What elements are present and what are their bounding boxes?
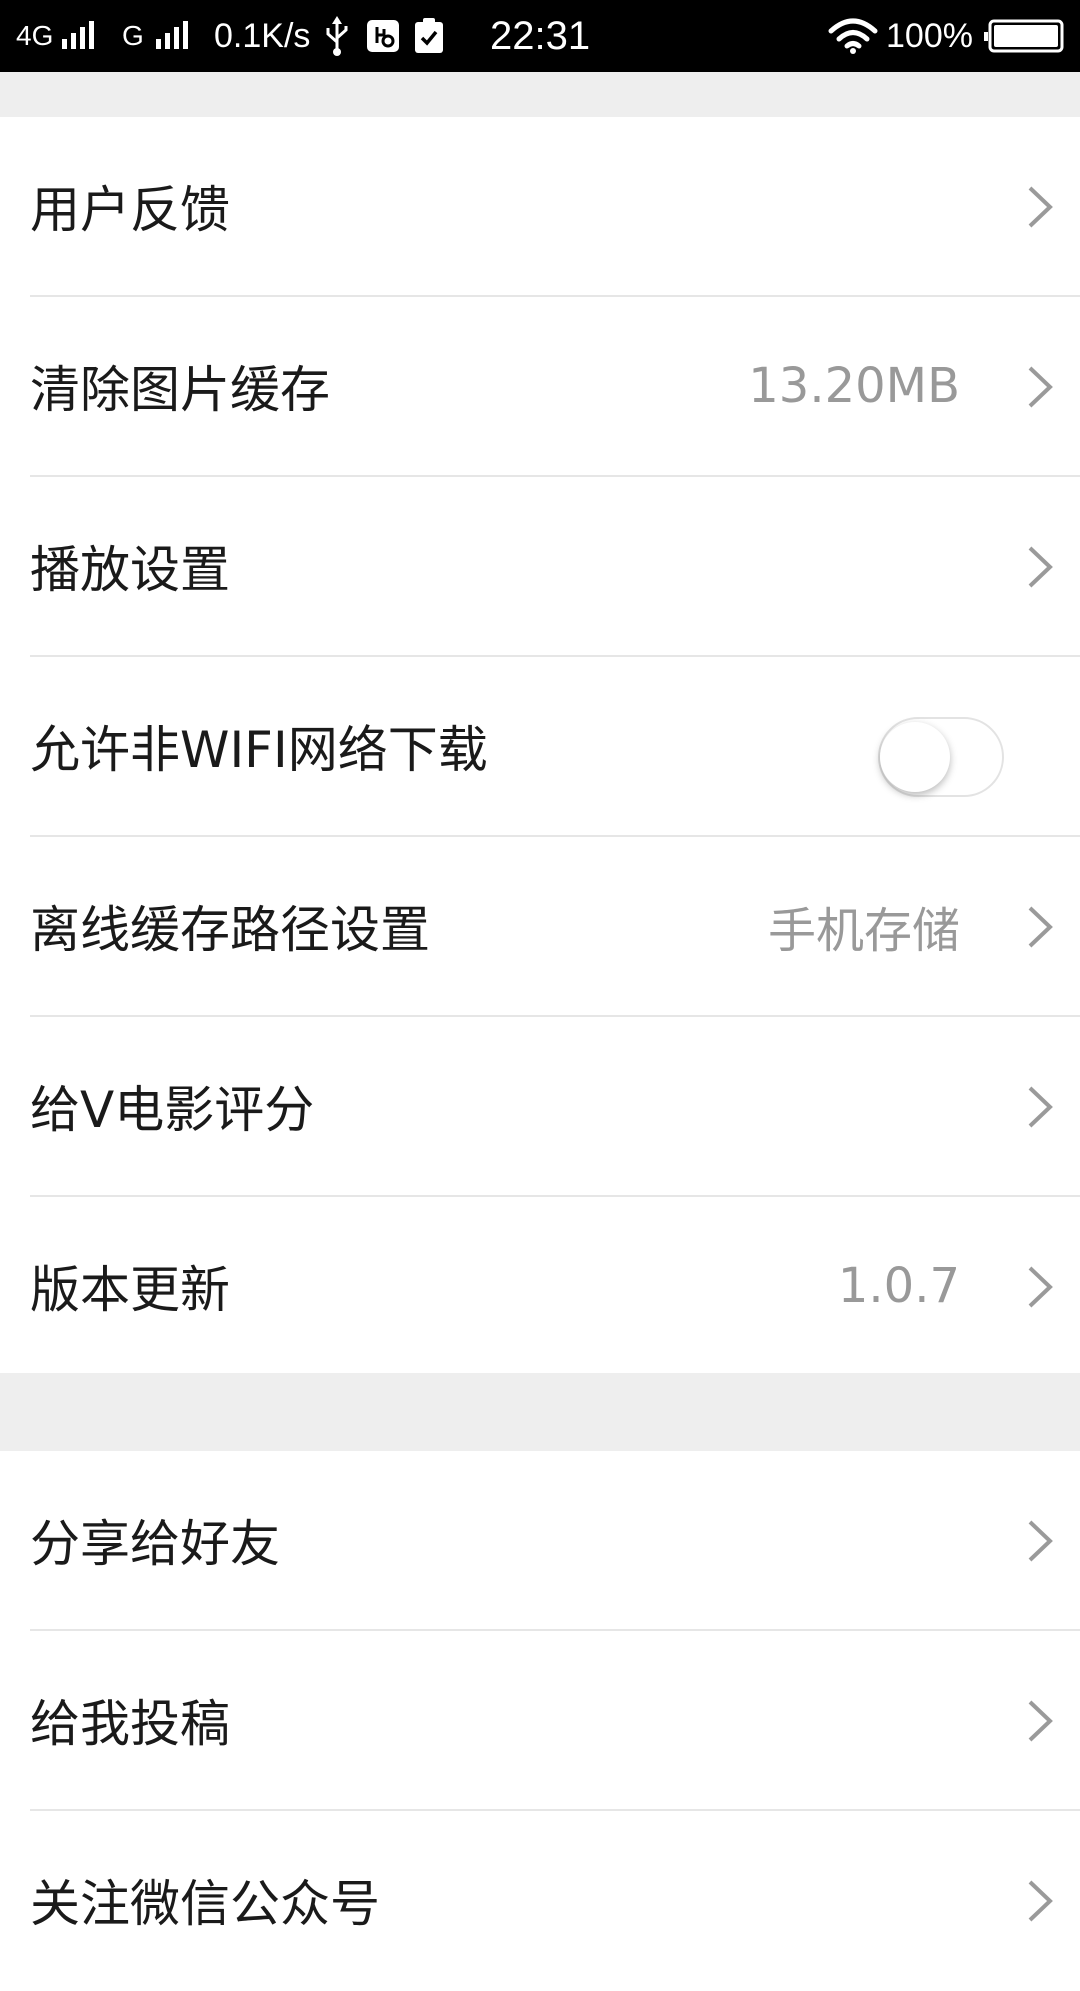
chevron-right-icon: [1028, 1700, 1053, 1742]
row-label: 给我投稿: [30, 1695, 230, 1753]
row-label: 允许非WIFI网络下载: [30, 721, 488, 779]
settings-row-share[interactable]: 分享给好友: [0, 1451, 1080, 1631]
usb-debug-icon: [366, 0, 400, 72]
settings-row-playback[interactable]: 播放设置: [0, 477, 1080, 657]
settings-row-non-wifi-download: 允许非WIFI网络下载: [0, 657, 1080, 837]
network-speed: 0.1K/s: [214, 16, 311, 55]
settings-row-version-update[interactable]: 版本更新 1.0.7: [0, 1197, 1080, 1377]
settings-row-clear-image-cache[interactable]: 清除图片缓存 13.20MB: [0, 297, 1080, 477]
row-label: 播放设置: [30, 541, 230, 599]
settings-row-submit[interactable]: 给我投稿: [0, 1631, 1080, 1811]
row-label: 关注微信公众号: [30, 1875, 380, 1933]
cache-path-value: 手机存储: [767, 903, 960, 959]
version-value: 1.0.7: [837, 1258, 960, 1314]
status-bar: 4G G 0.1K/s 22:31 100%: [0, 0, 1080, 72]
row-label: 离线缓存路径设置: [30, 901, 430, 959]
chevron-right-icon: [1028, 546, 1053, 588]
row-label: 版本更新: [30, 1261, 230, 1319]
network-type-label: G: [122, 20, 144, 51]
row-label: 用户反馈: [30, 181, 230, 239]
section-separator: [0, 1373, 1080, 1451]
chevron-right-icon: [1028, 1880, 1053, 1922]
chevron-right-icon: [1028, 1520, 1053, 1562]
settings-row-offline-cache-path[interactable]: 离线缓存路径设置 手机存储: [0, 837, 1080, 1017]
chevron-right-icon: [1028, 906, 1053, 948]
settings-row-feedback[interactable]: 用户反馈: [0, 117, 1080, 297]
row-label: 给V电影评分: [30, 1081, 315, 1139]
clock: 22:31: [490, 13, 591, 58]
settings-list: 分享给好友 给我投稿 关注微信公众号: [0, 1451, 1080, 1933]
signal-strength-icon: [62, 0, 98, 72]
cache-size-value: 13.20MB: [748, 358, 960, 414]
toggle-knob: [880, 722, 950, 792]
usb-icon: [322, 0, 352, 72]
row-label: 清除图片缓存: [30, 361, 330, 419]
signal-strength-icon: [156, 0, 192, 72]
settings-row-follow-wechat[interactable]: 关注微信公众号: [0, 1811, 1080, 1991]
row-label: 分享给好友: [30, 1515, 280, 1573]
battery-percent: 100%: [886, 16, 973, 55]
battery-icon: [984, 0, 1064, 72]
chevron-right-icon: [1028, 366, 1053, 408]
settings-list: 用户反馈 清除图片缓存 13.20MB 播放设置 允许非WIFI网络下载 离线缓…: [0, 117, 1080, 1373]
chevron-right-icon: [1028, 186, 1053, 228]
non-wifi-download-toggle[interactable]: [878, 717, 1004, 797]
settings-row-rate-app[interactable]: 给V电影评分: [0, 1017, 1080, 1197]
network-type-label: 4G: [16, 20, 54, 51]
chevron-right-icon: [1028, 1086, 1053, 1128]
chevron-right-icon: [1028, 1266, 1053, 1308]
section-separator: [0, 72, 1080, 117]
clipboard-check-icon: [414, 0, 444, 72]
wifi-icon: [828, 0, 878, 72]
